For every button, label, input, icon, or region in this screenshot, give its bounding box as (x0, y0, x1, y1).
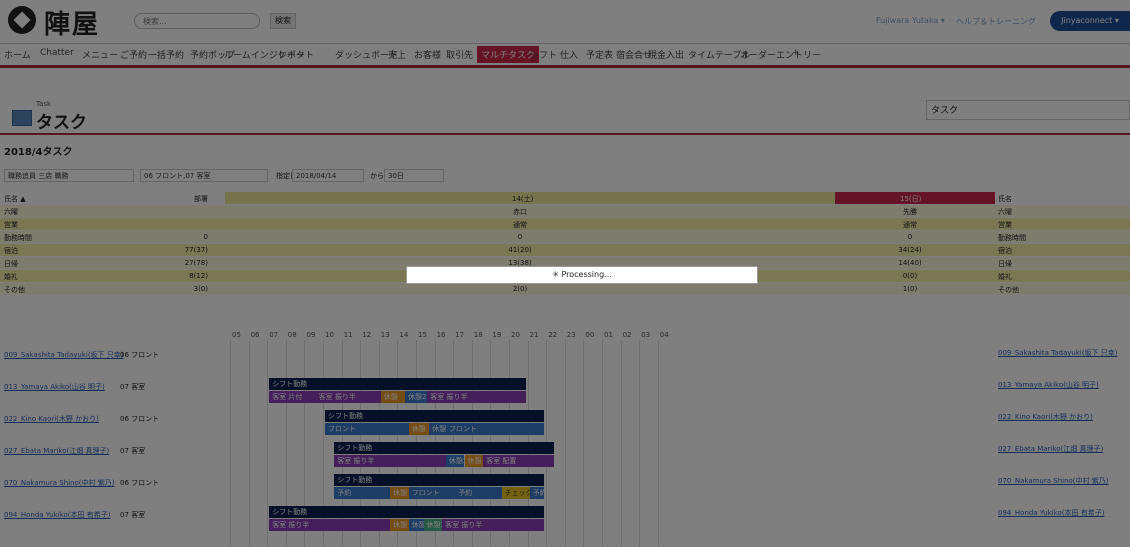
processing-text: Processing... (561, 270, 612, 279)
processing-dialog: ✳ Processing... (406, 266, 758, 284)
